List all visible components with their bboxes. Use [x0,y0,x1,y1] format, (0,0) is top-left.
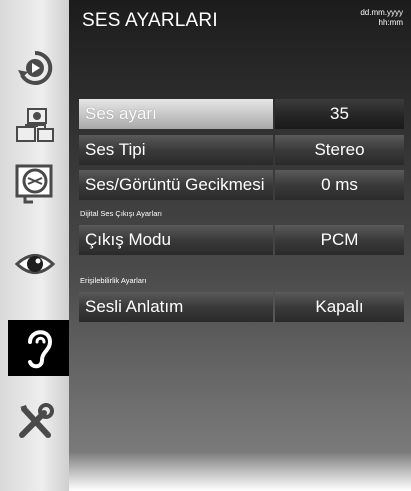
play-source-icon[interactable] [6,44,64,92]
network-icon[interactable] [6,102,64,150]
cikis-modu-label: Çıkış Modu [79,225,273,255]
sidebar [0,0,69,491]
row-ses-tipi[interactable]: Ses Tipi Stereo [79,135,404,165]
date-label: dd.mm.yyyy [360,8,403,17]
sesli-anlatim-label: Sesli Anlatım [79,292,273,322]
row-ses-ayari[interactable]: Ses ayarı 35 [79,99,404,129]
date-time: dd.mm.yyyy hh:mm [360,8,403,28]
time-label: hh:mm [378,18,403,27]
ses-tipi-value[interactable]: Stereo [275,135,404,165]
cikis-modu-value[interactable]: PCM [275,225,404,255]
gecikme-value[interactable]: 0 ms [275,170,404,200]
gecikme-label: Ses/Görüntü Gecikmesi [79,170,273,200]
digital-section-title: Dijital Ses Çıkışı Ayarları [80,209,162,218]
settings-disc-icon[interactable] [6,160,64,208]
tools-icon[interactable] [6,398,64,446]
ear-icon[interactable] [9,324,67,372]
eye-icon[interactable] [6,240,64,288]
ses-tipi-label: Ses Tipi [79,135,273,165]
row-sesli-anlatim[interactable]: Sesli Anlatım Kapalı [79,292,404,322]
page-title: SES AYARLARI [82,10,218,31]
row-gecikme[interactable]: Ses/Görüntü Gecikmesi 0 ms [79,170,404,200]
ses-ayari-value[interactable]: 35 [275,99,404,129]
row-cikis-modu[interactable]: Çıkış Modu PCM [79,225,404,255]
ses-ayari-label: Ses ayarı [79,99,273,129]
accessibility-section-title: Erişilebilirlik Ayarları [80,276,147,285]
sesli-anlatim-value[interactable]: Kapalı [275,292,404,322]
